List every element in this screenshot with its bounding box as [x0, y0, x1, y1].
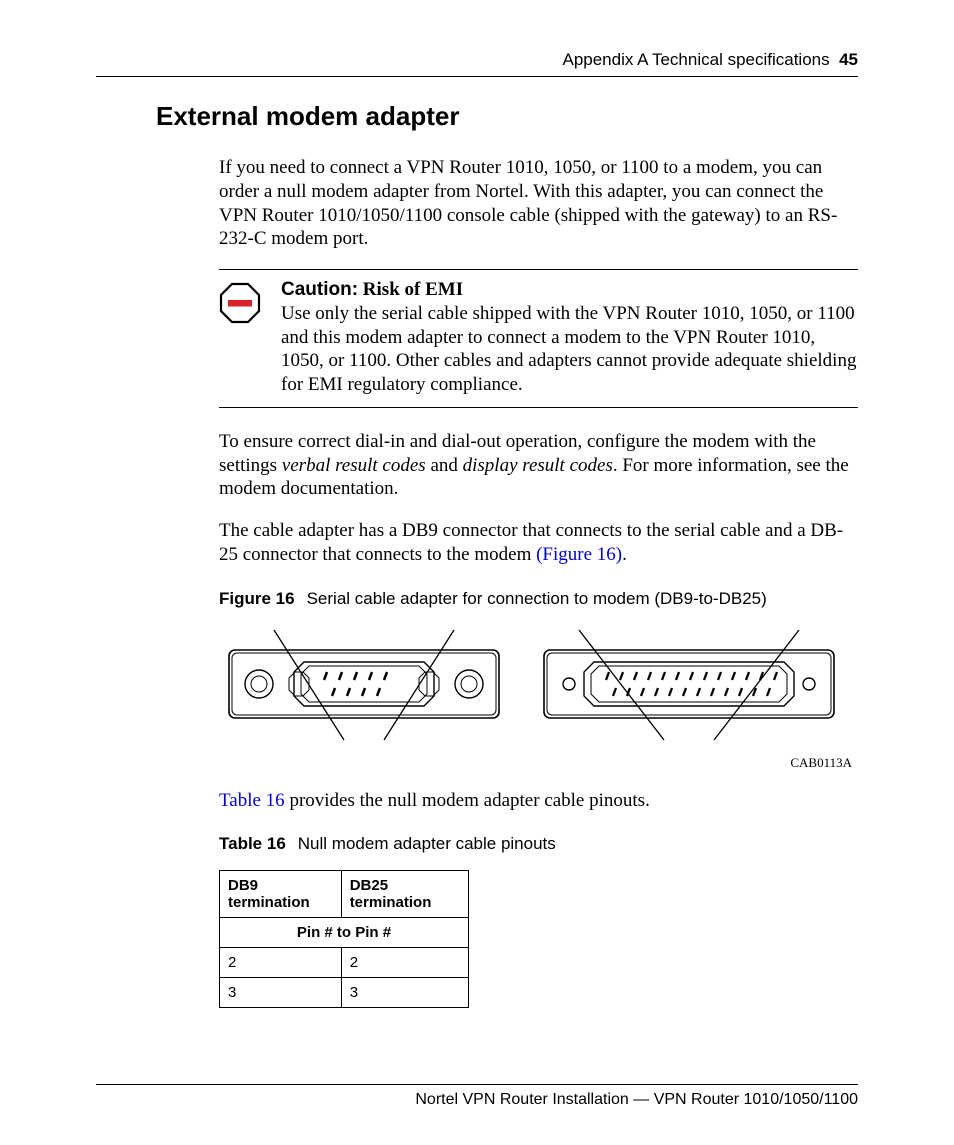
header-chapter: Appendix A Technical specifications: [562, 50, 829, 69]
table-row: 3 3: [220, 978, 469, 1008]
table-reference-link[interactable]: Table 16: [219, 790, 285, 811]
pinout-table: DB9 termination DB25 termination Pin # t…: [219, 870, 469, 1008]
caution-block: Caution: Risk of EMI Use only the serial…: [219, 269, 858, 408]
figure-code: CAB0113A: [219, 755, 852, 771]
table-row: 2 2: [220, 948, 469, 978]
table-caption: Table 16Null modem adapter cable pinouts: [219, 834, 858, 854]
footer-rule: [96, 1084, 858, 1085]
caution-title: Risk of EMI: [363, 279, 463, 300]
header-page-number: 45: [839, 50, 858, 69]
figure-reference-link[interactable]: (Figure 16): [536, 544, 622, 565]
paragraph-config: To ensure correct dial-in and dial-out o…: [219, 430, 858, 501]
table-subhead: Pin # to Pin #: [220, 918, 469, 948]
table-col-db25: DB25 termination: [341, 871, 468, 918]
paragraph-table-intro: Table 16 provides the null modem adapter…: [219, 789, 858, 813]
paragraph-intro: If you need to connect a VPN Router 1010…: [219, 156, 858, 251]
section-title: External modem adapter: [156, 101, 858, 132]
caution-icon: [219, 278, 281, 397]
figure-caption: Figure 16Serial cable adapter for connec…: [219, 589, 858, 609]
header-rule: [96, 76, 858, 77]
page-header: Appendix A Technical specifications 45: [96, 50, 858, 70]
paragraph-connectors: The cable adapter has a DB9 connector th…: [219, 519, 858, 567]
figure-image: [219, 625, 858, 751]
table-col-db9: DB9 termination: [220, 871, 342, 918]
caution-body: Use only the serial cable shipped with t…: [281, 303, 856, 395]
caution-label: Caution:: [281, 279, 358, 300]
page-footer: Nortel VPN Router Installation — VPN Rou…: [96, 1091, 858, 1109]
caution-text: Caution: Risk of EMI Use only the serial…: [281, 278, 858, 397]
